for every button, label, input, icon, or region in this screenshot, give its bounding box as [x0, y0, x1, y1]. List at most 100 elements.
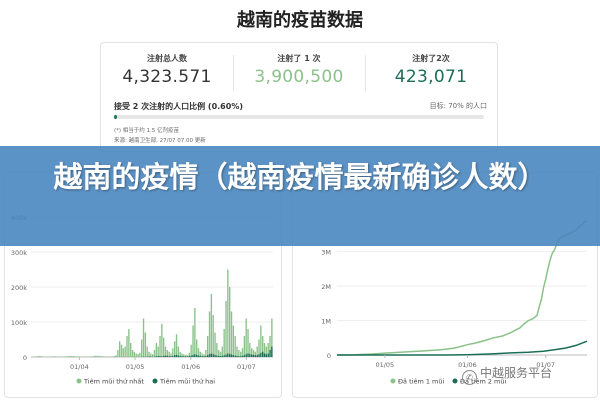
bar	[229, 353, 231, 357]
wechat-icon: ✆	[462, 370, 477, 385]
bar	[181, 356, 183, 357]
bar	[164, 355, 167, 357]
bar	[163, 355, 165, 357]
bar	[172, 355, 174, 357]
bar	[177, 346, 180, 357]
bar	[216, 343, 218, 357]
bar	[111, 356, 114, 357]
bar	[210, 353, 213, 357]
bar	[225, 354, 227, 357]
bar	[197, 355, 200, 357]
vaccination-stats-card: 注射总人数 4,323.571 注射了 1 次 3,900,500 注射了2次 …	[100, 42, 498, 152]
bar	[186, 356, 189, 357]
bar	[265, 354, 268, 357]
bar	[247, 353, 249, 357]
bar	[232, 355, 235, 357]
bar	[236, 355, 238, 357]
bar	[241, 348, 244, 357]
bar	[65, 356, 68, 357]
legend-label: Đã tiêm 1 mũi	[398, 378, 444, 386]
y-tick-label: 0	[23, 354, 27, 362]
bar	[240, 351, 242, 357]
bar	[104, 356, 106, 357]
bar	[76, 356, 79, 357]
bar	[159, 336, 161, 357]
bar	[260, 325, 262, 357]
bar	[163, 337, 165, 357]
bar	[117, 350, 119, 357]
bar	[148, 351, 150, 357]
bar	[238, 356, 240, 357]
bar	[260, 352, 262, 357]
stat-total-value: 4,323.571	[122, 67, 212, 87]
bar	[157, 355, 159, 357]
bar	[175, 354, 178, 357]
bar	[256, 354, 258, 357]
bar	[139, 352, 141, 357]
bar	[212, 315, 214, 357]
bar	[230, 354, 233, 357]
bar	[221, 346, 224, 357]
bar	[207, 355, 209, 357]
bar	[243, 355, 246, 357]
bar	[177, 355, 180, 357]
stat-second-dose-value: 423,071	[394, 67, 468, 87]
bar	[159, 356, 161, 357]
bar	[100, 356, 103, 357]
bar	[196, 354, 198, 357]
bar	[236, 346, 238, 357]
legend-marker	[390, 378, 396, 384]
legend-marker	[452, 378, 458, 384]
bar	[141, 339, 143, 357]
stat-second-dose-label: 注射了2次	[412, 54, 450, 63]
bar	[78, 356, 81, 357]
bar	[252, 354, 255, 357]
bar	[218, 355, 220, 357]
stat-total-label: 注射总人数	[147, 54, 187, 63]
watermark-text: 中越服务平台	[480, 366, 553, 380]
bar	[153, 350, 156, 357]
bar	[174, 341, 176, 357]
bar	[188, 356, 191, 357]
bar	[126, 336, 128, 357]
y-tick-label: 1M	[321, 318, 331, 326]
bar	[243, 336, 246, 357]
y-tick-label: 0	[327, 352, 331, 360]
bar	[161, 356, 163, 357]
watermark: ✆ 中越服务平台	[462, 364, 552, 385]
bar	[130, 343, 132, 357]
bar	[161, 323, 163, 357]
bar	[234, 355, 236, 357]
y-tick-label: 200k	[11, 284, 27, 292]
bar	[267, 353, 269, 357]
bar	[223, 329, 225, 357]
bar	[210, 294, 213, 357]
x-tick-label: 01/06	[181, 363, 200, 371]
bar	[201, 356, 203, 357]
bar	[120, 344, 123, 357]
bar	[142, 318, 145, 357]
bar	[137, 354, 139, 357]
bar	[97, 355, 99, 357]
bar	[75, 356, 77, 357]
bar	[245, 318, 247, 357]
bar	[98, 355, 101, 357]
bar	[221, 355, 224, 357]
bar	[172, 348, 174, 357]
bar	[196, 339, 198, 357]
bar	[119, 341, 121, 357]
bar	[214, 354, 216, 357]
bar	[230, 311, 233, 357]
bar	[51, 356, 53, 357]
bar	[36, 356, 38, 357]
bar	[170, 356, 172, 357]
bar	[269, 350, 271, 357]
bar	[190, 355, 192, 357]
x-tick-label: 01/04	[70, 363, 89, 371]
bar	[227, 269, 229, 357]
page-title: 越南的疫苗数据	[237, 10, 363, 31]
bar	[91, 356, 93, 357]
bar	[232, 325, 235, 357]
bar	[194, 354, 196, 357]
bar	[179, 355, 181, 357]
